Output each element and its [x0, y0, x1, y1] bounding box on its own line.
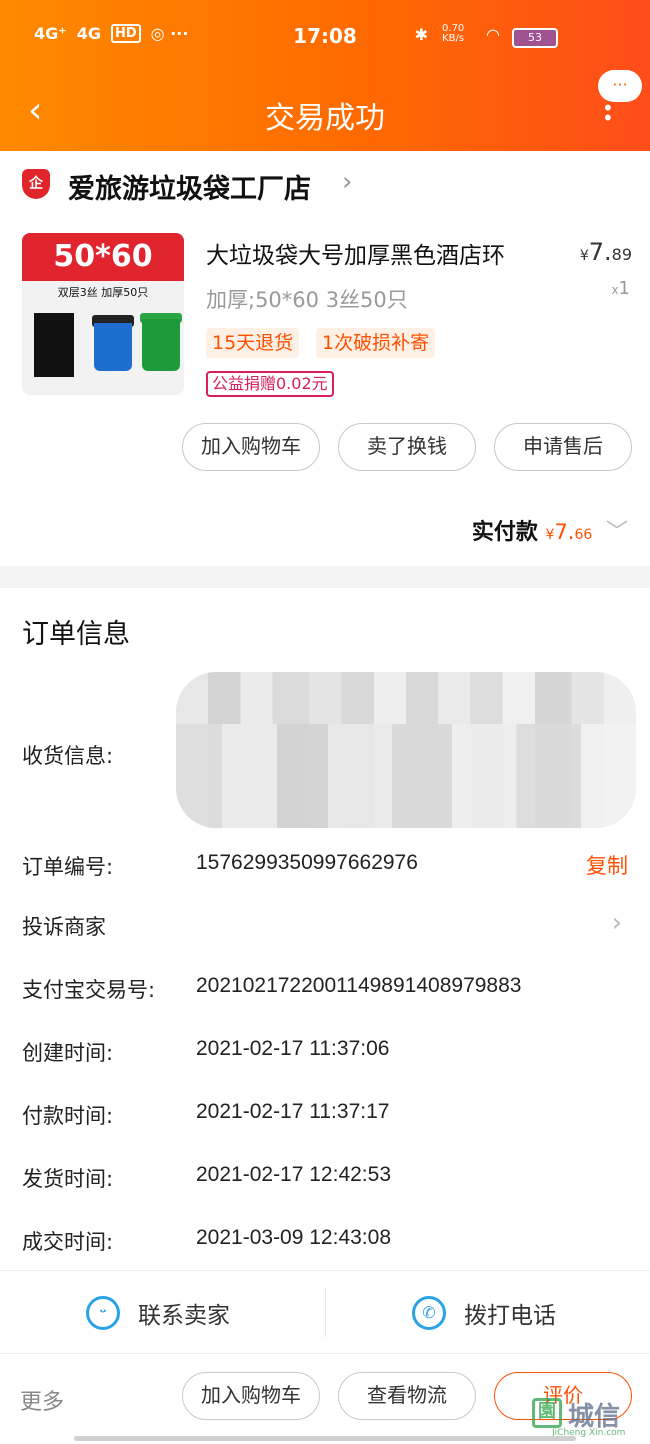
contact-seller-label: 联系卖家 — [138, 1303, 230, 1329]
product-image-subtext: 双层3丝 加厚50只 — [57, 286, 149, 299]
redacted-address — [176, 672, 636, 828]
charity-badge: 公益捐赠0.02元 — [206, 371, 334, 397]
more-menu-icon[interactable]: • • — [602, 98, 614, 128]
deal-time-label: 成交时间: — [22, 1230, 114, 1254]
more-button[interactable]: 更多 — [20, 1384, 64, 1416]
product-price: ¥7.89 — [579, 238, 632, 266]
order-info-title: 订单信息 — [22, 619, 130, 650]
alipay-number-label: 支付宝交易号: — [22, 978, 156, 1002]
contact-seller-button[interactable]: ᵕ 联系卖家 — [86, 1271, 230, 1355]
add-to-cart-button[interactable]: 加入购物车 — [182, 423, 320, 471]
shop-name[interactable]: 爱旅游垃圾袋工厂店 — [68, 167, 311, 206]
receive-info-label: 收货信息: — [22, 744, 114, 768]
tag-return: 15天退货 — [206, 328, 300, 358]
product-title[interactable]: 大垃圾袋大号加厚黑色酒店环 — [206, 236, 505, 270]
contact-bar: ᵕ 联系卖家 ✆ 拨打电话 — [0, 1270, 650, 1354]
product-image[interactable]: 50*60 双层3丝 加厚50只 — [22, 233, 184, 395]
alipay-number: 2021021722001149891408979883 — [196, 974, 522, 997]
wifi-icon: ◠ — [486, 24, 500, 44]
paid-time-label: 付款时间: — [22, 1104, 114, 1128]
paid-amount: ¥7.66 — [545, 520, 593, 544]
section-divider — [0, 566, 650, 588]
bluetooth-icon: ✱ — [414, 24, 429, 44]
status-right: ✱ 0.70 KB/s ◠ — [415, 24, 500, 44]
deal-time: 2021-03-09 12:43:08 — [196, 1226, 391, 1249]
divider — [325, 1289, 326, 1337]
chevron-right-icon[interactable]: › — [612, 908, 622, 938]
chevron-right-icon: › — [342, 167, 353, 197]
created-time-label: 创建时间: — [22, 1041, 114, 1065]
status-bar: 4G⁺ 4G HD ◎ ··· 17:08 ✱ 0.70 KB/s ◠ 53 — [0, 0, 650, 75]
call-phone-button[interactable]: ✆ 拨打电话 — [412, 1271, 556, 1355]
watermark: 園 城信 JiCheng Xin.com — [532, 1392, 644, 1440]
watermark-logo: 園 — [532, 1398, 562, 1428]
paid-time: 2021-02-17 11:37:17 — [196, 1100, 390, 1123]
trash-bag-graphic — [34, 313, 74, 377]
blue-bin-graphic — [94, 323, 132, 371]
shop-row[interactable]: 企 爱旅游垃圾袋工厂店 › — [0, 151, 650, 217]
enterprise-badge-icon: 企 — [22, 169, 50, 199]
order-number: 1576299350997662976 — [196, 851, 418, 874]
shipped-time: 2021-02-17 12:42:53 — [196, 1163, 391, 1186]
complain-merchant[interactable]: 投诉商家 — [22, 911, 106, 941]
page-title: 交易成功 — [265, 101, 385, 136]
paid-label: 实付款 — [471, 520, 538, 545]
after-sale-button[interactable]: 申请售后 — [494, 423, 632, 471]
product-sku: 加厚;50*60 3丝50只 — [206, 288, 408, 312]
view-logistics-button[interactable]: 查看物流 — [338, 1372, 476, 1420]
network-speed: 0.70 KB/s — [442, 23, 465, 44]
chat-face-icon: ᵕ — [86, 1296, 120, 1330]
battery-icon: 53 — [512, 28, 558, 48]
green-bin-graphic — [142, 319, 180, 371]
created-time: 2021-02-17 11:37:06 — [196, 1037, 390, 1060]
home-indicator[interactable] — [74, 1436, 576, 1441]
copy-button[interactable]: 复制 — [586, 850, 628, 880]
order-number-label: 订单编号: — [22, 855, 114, 879]
shipped-time-label: 发货时间: — [22, 1167, 114, 1191]
sell-button[interactable]: 卖了换钱 — [338, 423, 476, 471]
product-quantity: x1 — [611, 278, 630, 299]
phone-icon: ✆ — [412, 1296, 446, 1330]
paid-amount-row[interactable]: 实付款 ¥7.66 ﹀ — [472, 514, 628, 546]
call-phone-label: 拨打电话 — [464, 1303, 556, 1329]
bottom-add-to-cart-button[interactable]: 加入购物车 — [182, 1372, 320, 1420]
chevron-down-icon: ﹀ — [605, 520, 628, 545]
nav-bar: ‹ 交易成功 ··· • • — [0, 70, 650, 151]
tag-damage: 1次破损补寄 — [316, 328, 436, 358]
product-image-size: 50*60 — [22, 233, 184, 281]
